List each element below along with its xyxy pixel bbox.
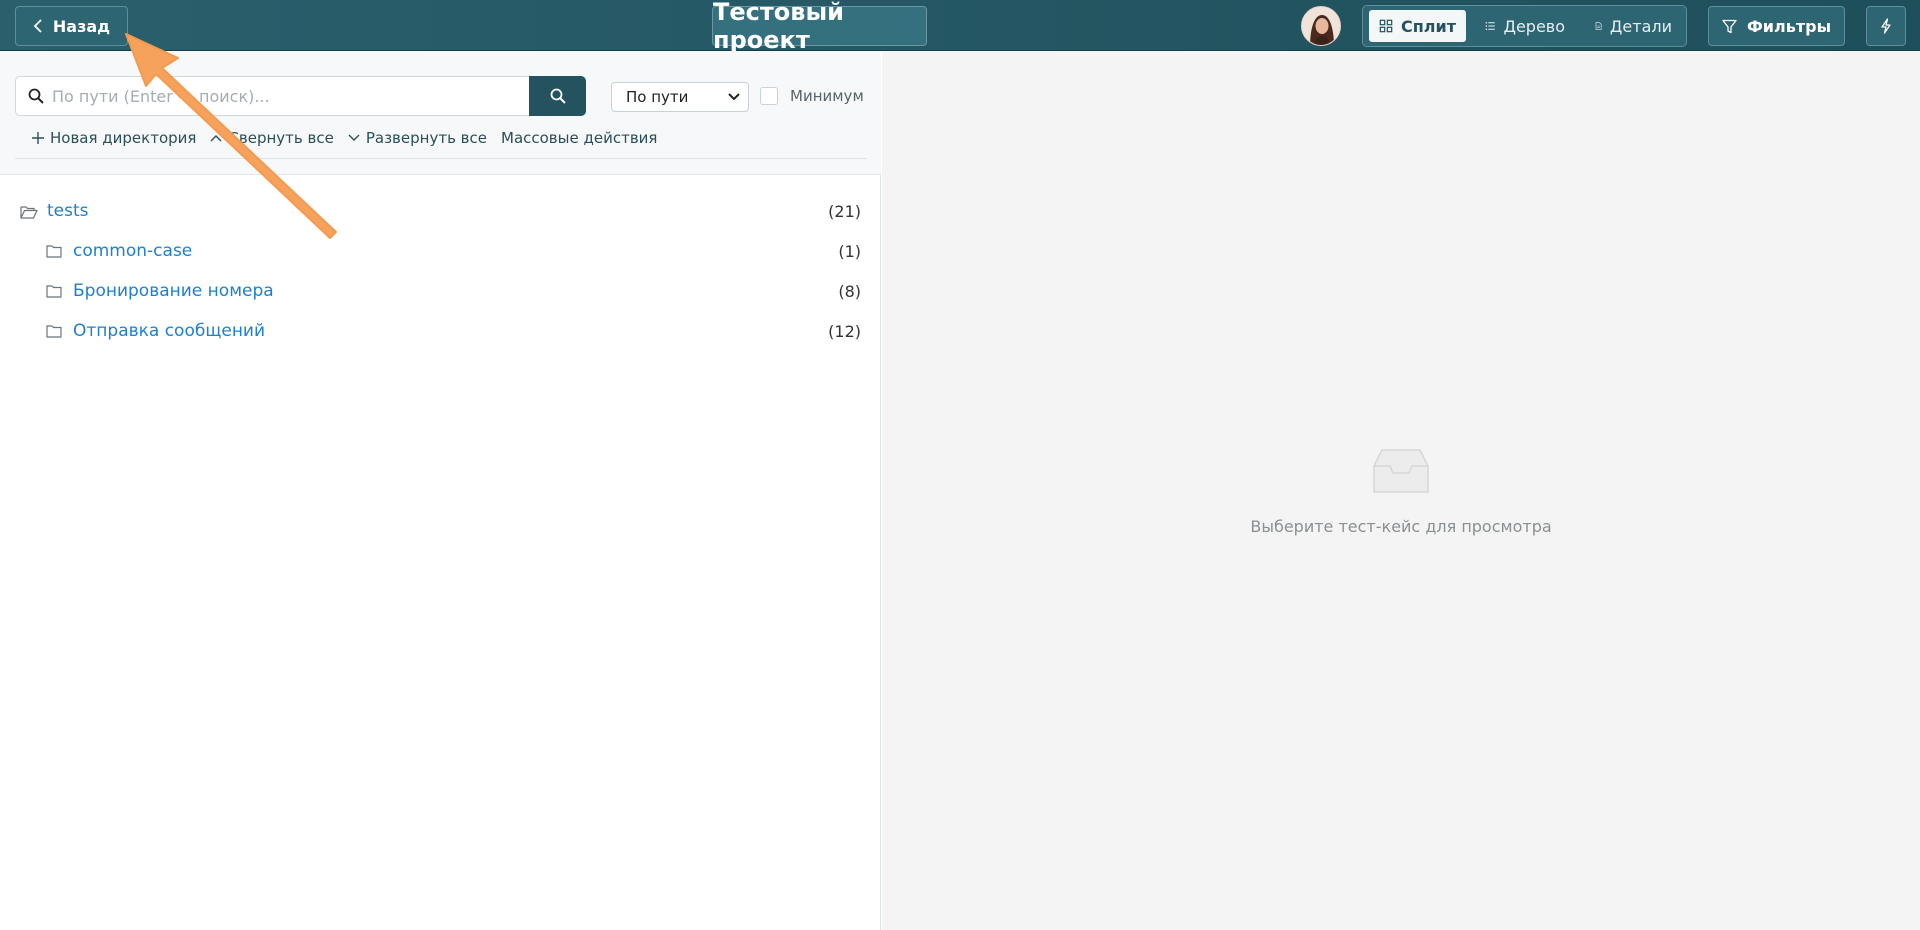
test-tree: tests (21) common-case (1) Бронирование … — [0, 192, 881, 352]
search-field[interactable] — [15, 76, 530, 116]
expand-all-button[interactable]: Развернуть все — [348, 129, 487, 147]
search-icon — [550, 88, 566, 104]
search-mode-value: По пути — [626, 88, 689, 106]
tree-actions: Новая директория Свернуть все Развернуть… — [32, 129, 657, 147]
tree-panel: По пути Минимум Новая директория Свернут… — [0, 51, 881, 930]
top-bar: Назад Тестовый проект Сплит Дерево Детал… — [0, 0, 1920, 54]
lightning-icon — [1881, 18, 1891, 34]
tree-folder-count: (8) — [838, 282, 861, 301]
search-icon — [28, 88, 44, 104]
minimum-label: Минимум — [790, 87, 864, 105]
filters-button[interactable]: Фильтры — [1708, 6, 1845, 46]
view-split-button[interactable]: Сплит — [1369, 10, 1466, 42]
collapse-all-button[interactable]: Свернуть все — [210, 129, 334, 147]
user-avatar[interactable] — [1301, 6, 1341, 46]
tree-toolbar: По пути Минимум Новая директория Свернут… — [0, 51, 881, 175]
minimum-toggle: Минимум — [760, 87, 864, 105]
document-icon — [1595, 22, 1602, 30]
folder-icon — [46, 325, 62, 338]
chevron-left-icon — [33, 19, 42, 33]
view-tree-label: Дерево — [1503, 16, 1565, 36]
tree-folder-name[interactable]: common-case — [73, 241, 192, 261]
bulk-actions-button[interactable]: Массовые действия — [501, 129, 657, 147]
view-tree-button[interactable]: Дерево — [1475, 10, 1575, 42]
detail-panel: Выберите тест-кейс для просмотра — [882, 51, 1920, 930]
divider — [15, 158, 867, 159]
folder-icon — [46, 285, 62, 298]
folder-open-icon — [20, 206, 38, 219]
view-details-label: Детали — [1609, 16, 1672, 36]
search-mode-select[interactable]: По пути — [611, 82, 749, 112]
back-button[interactable]: Назад — [15, 6, 128, 46]
chevron-up-icon — [210, 135, 222, 142]
plus-icon — [32, 132, 44, 144]
list-icon — [1485, 21, 1495, 31]
empty-inbox-icon — [1373, 449, 1429, 493]
tree-folder-name[interactable]: Отправка сообщений — [73, 321, 265, 341]
back-button-label: Назад — [52, 16, 111, 36]
user-avatar-image — [1302, 7, 1340, 45]
tree-folder-count: (1) — [838, 242, 861, 261]
view-details-button[interactable]: Детали — [1585, 10, 1682, 42]
new-directory-label: Новая директория — [50, 129, 197, 147]
tree-folder-row[interactable]: Отправка сообщений (12) — [0, 312, 881, 352]
tree-root-row[interactable]: tests (21) — [0, 192, 881, 232]
tree-folder-row[interactable]: common-case (1) — [0, 232, 881, 272]
tree-folder-row[interactable]: Бронирование номера (8) — [0, 272, 881, 312]
folder-icon — [46, 245, 62, 258]
tree-folder-count: (12) — [828, 322, 861, 341]
search-input[interactable] — [52, 86, 512, 106]
tree-root-count: (21) — [828, 202, 861, 221]
chevron-down-icon — [348, 134, 360, 141]
tree-folder-name[interactable]: Бронирование номера — [73, 281, 274, 301]
new-directory-button[interactable]: Новая директория — [32, 129, 196, 147]
expand-all-label: Развернуть все — [365, 129, 487, 147]
empty-state-text: Выберите тест-кейс для просмотра — [1250, 517, 1552, 536]
view-mode-switch: Сплит Дерево Детали — [1362, 5, 1687, 47]
project-title: Тестовый проект — [712, 0, 927, 54]
quick-actions-button[interactable] — [1866, 6, 1906, 46]
minimum-checkbox[interactable] — [760, 87, 778, 105]
view-split-label: Сплит — [1401, 16, 1456, 36]
filter-icon — [1722, 19, 1737, 33]
bulk-actions-label: Массовые действия — [501, 129, 658, 147]
split-view-icon — [1379, 19, 1393, 33]
filters-label: Фильтры — [1746, 16, 1832, 36]
collapse-all-label: Свернуть все — [228, 129, 334, 147]
chevron-down-icon — [728, 93, 740, 101]
search-submit-button[interactable] — [529, 76, 586, 116]
tree-root-name[interactable]: tests — [47, 201, 89, 221]
